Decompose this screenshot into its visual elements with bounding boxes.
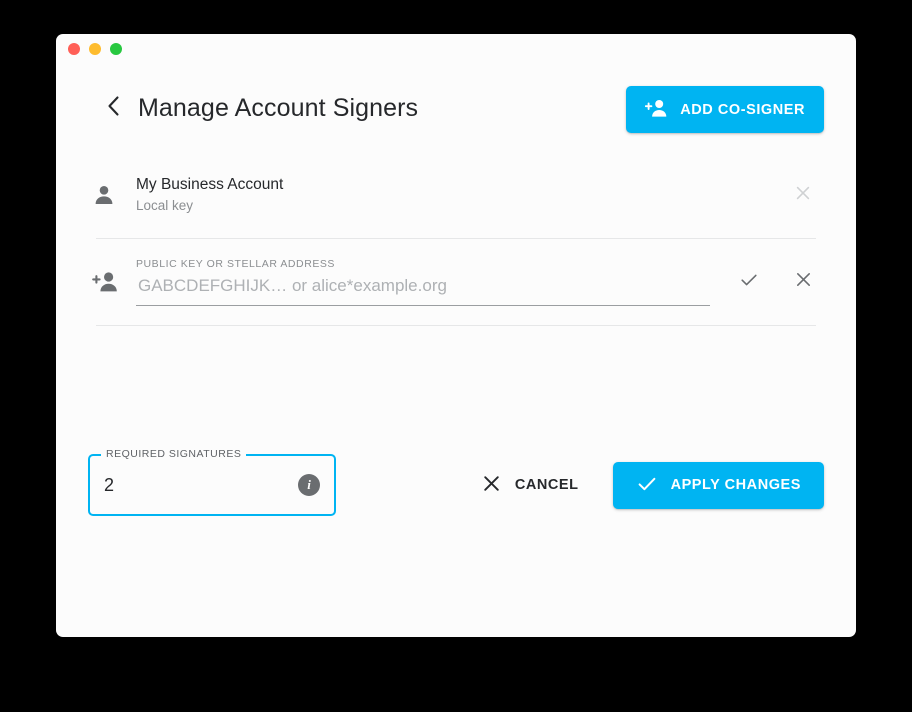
new-signer-field: PUBLIC KEY OR STELLAR ADDRESS — [136, 258, 736, 306]
info-icon[interactable]: i — [298, 474, 320, 496]
close-icon — [481, 473, 502, 497]
apply-changes-label: APPLY CHANGES — [670, 477, 801, 493]
close-icon — [794, 270, 813, 294]
page-title: Manage Account Signers — [138, 93, 419, 122]
cancel-button[interactable]: CANCEL — [473, 463, 587, 507]
page-footer: REQUIRED SIGNATURES i CANCEL APP — [56, 448, 856, 516]
new-signer-row: PUBLIC KEY OR STELLAR ADDRESS — [88, 239, 824, 325]
close-window-button[interactable] — [68, 43, 80, 55]
cancel-label: CANCEL — [514, 477, 579, 493]
signer-info: My Business Account Local key — [136, 174, 790, 217]
new-signer-input[interactable] — [136, 276, 710, 306]
page-header: Manage Account Signers ADD CO-SIGNER — [56, 64, 856, 152]
apply-changes-button[interactable]: APPLY CHANGES — [612, 461, 824, 509]
signer-name: My Business Account — [136, 175, 284, 193]
back-button[interactable] — [98, 93, 128, 123]
footer-actions: CANCEL APPLY CHANGES — [473, 461, 824, 509]
app-window: Manage Account Signers ADD CO-SIGNER My … — [56, 34, 856, 637]
add-cosigner-button[interactable]: ADD CO-SIGNER — [626, 86, 824, 133]
new-signer-actions — [736, 269, 824, 295]
new-signer-field-label: PUBLIC KEY OR STELLAR ADDRESS — [136, 258, 335, 270]
chevron-left-icon — [106, 95, 121, 122]
cancel-signer-button[interactable] — [790, 269, 816, 295]
close-icon — [794, 184, 812, 207]
person-add-icon — [645, 99, 668, 121]
divider — [96, 325, 816, 326]
window-titlebar — [56, 34, 856, 64]
required-signatures-field[interactable]: REQUIRED SIGNATURES i — [88, 448, 336, 516]
signers-list: My Business Account Local key PUBLIC KEY… — [56, 152, 856, 326]
remove-signer-button[interactable] — [790, 182, 816, 208]
confirm-signer-button[interactable] — [736, 269, 762, 295]
person-icon — [88, 183, 136, 207]
add-cosigner-label: ADD CO-SIGNER — [680, 101, 805, 118]
signer-row: My Business Account Local key — [88, 152, 824, 238]
check-icon — [739, 270, 759, 295]
signer-subtitle: Local key — [136, 198, 194, 214]
maximize-window-button[interactable] — [110, 43, 122, 55]
check-icon — [636, 473, 658, 498]
person-add-icon — [88, 271, 136, 293]
minimize-window-button[interactable] — [89, 43, 101, 55]
required-signatures-label: REQUIRED SIGNATURES — [101, 448, 247, 460]
traffic-lights — [68, 43, 122, 55]
signer-row-actions — [790, 182, 824, 208]
